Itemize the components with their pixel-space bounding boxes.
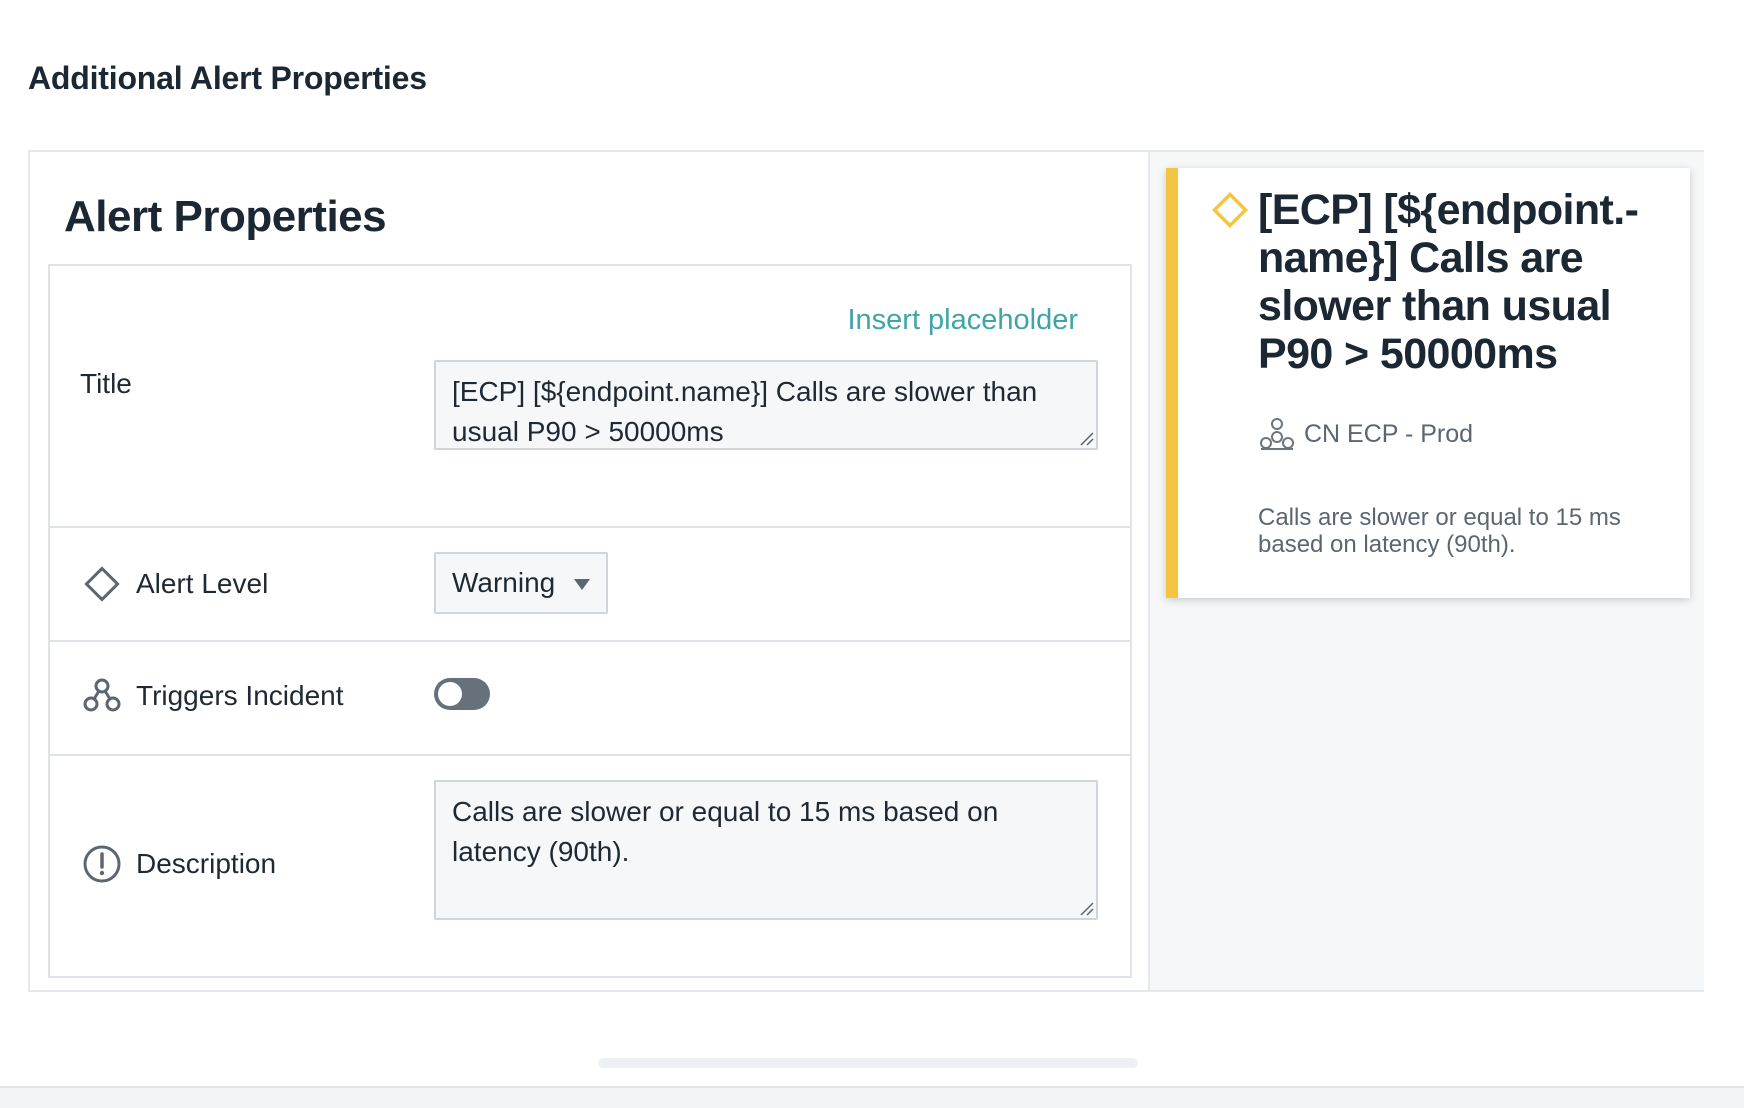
title-row: Insert placeholder Title [ECP] [${endpoi…: [50, 266, 1130, 528]
title-textarea[interactable]: [ECP] [${endpoint.name}] Calls are slowe…: [434, 360, 1098, 450]
form-box: Insert placeholder Title [ECP] [${endpoi…: [48, 264, 1132, 978]
description-row: Description Calls are slower or equal to…: [50, 756, 1130, 976]
page: Additional Alert Properties Alert Proper…: [0, 0, 1744, 1108]
title-label: Title: [80, 368, 132, 399]
section-title: Additional Alert Properties: [28, 60, 427, 96]
resize-handle-icon[interactable]: [1078, 430, 1094, 446]
form-column: Alert Properties Insert placeholder Titl…: [30, 152, 1148, 990]
triggers-incident-toggle[interactable]: [434, 678, 490, 710]
preview-title: [ECP] [${endpoint.-name}] Calls are slow…: [1258, 186, 1639, 378]
alert-preview-card: [ECP] [${endpoint.-name}] Calls are slow…: [1166, 168, 1690, 598]
title-textarea-value: [ECP] [${endpoint.name}] Calls are slowe…: [452, 376, 1038, 447]
diamond-icon: [84, 566, 120, 602]
preview-entity-name: CN ECP - Prod: [1304, 420, 1474, 448]
incident-nodes-icon: [83, 678, 121, 712]
diamond-icon: [1211, 191, 1249, 229]
bottom-bar: [0, 1086, 1744, 1108]
alert-level-value: Warning: [452, 567, 556, 598]
resize-handle-icon[interactable]: [1078, 900, 1094, 916]
toggle-knob: [438, 682, 462, 706]
exclamation-circle-icon: [83, 845, 121, 883]
insert-placeholder-link[interactable]: Insert placeholder: [847, 304, 1078, 337]
description-textarea-value: Calls are slower or equal to 15 ms based…: [452, 796, 999, 867]
alert-level-label: Alert Level: [136, 568, 269, 599]
description-label: Description: [136, 848, 277, 879]
panel-heading: Alert Properties: [64, 192, 387, 241]
alert-level-select[interactable]: Warning: [434, 552, 608, 614]
caret-down-icon: [574, 579, 590, 590]
entity-cluster-icon: [1260, 418, 1294, 450]
description-textarea[interactable]: Calls are slower or equal to 15 ms based…: [434, 780, 1098, 920]
horizontal-scrollbar[interactable]: [598, 1058, 1138, 1068]
triggers-incident-row: Triggers Incident: [50, 642, 1130, 756]
triggers-incident-label: Triggers Incident: [136, 680, 344, 711]
alert-level-row: Alert Level Warning: [50, 528, 1130, 642]
preview-column: [ECP] [${endpoint.-name}] Calls are slow…: [1148, 152, 1704, 990]
preview-description: Calls are slower or equal to 15 ms based…: [1258, 504, 1621, 558]
alert-properties-panel: Alert Properties Insert placeholder Titl…: [28, 150, 1704, 992]
